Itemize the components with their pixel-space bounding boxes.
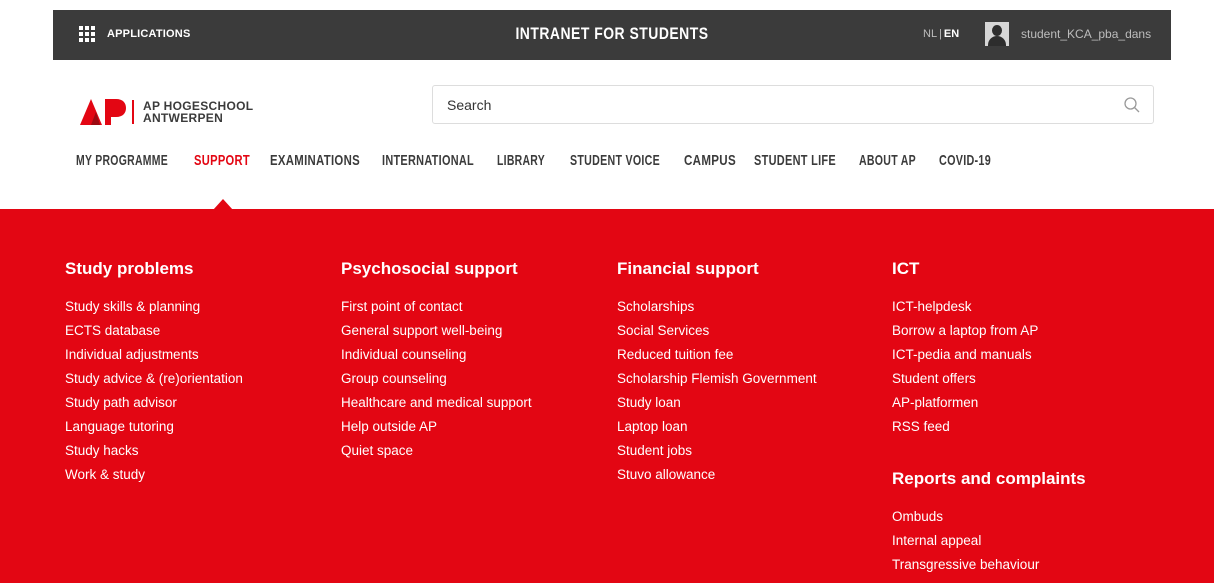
menu-link[interactable]: Laptop loan	[617, 415, 817, 439]
menu-link[interactable]: Work & study	[65, 463, 243, 487]
search-input[interactable]	[433, 86, 1113, 123]
menu-link[interactable]: Healthcare and medical support	[341, 391, 532, 415]
menu-link[interactable]: Quiet space	[341, 439, 532, 463]
menu-link[interactable]: Study loan	[617, 391, 817, 415]
ap-logo[interactable]: AP HOGESCHOOL ANTWERPEN	[80, 97, 253, 127]
menu-link[interactable]: ICT-helpdesk	[892, 295, 1086, 319]
menu-heading-reports: Reports and complaints	[892, 469, 1086, 488]
support-mega-menu: Study problems Study skills & planning EC…	[0, 209, 1214, 583]
ap-logo-mark	[80, 99, 126, 125]
top-bar-inner: APPLICATIONS INTRANET FOR STUDENTS NL | EN…	[53, 10, 1171, 60]
nav-item-examinations[interactable]: EXAMINATIONS	[270, 152, 360, 169]
menu-link[interactable]: Study skills & planning	[65, 295, 243, 319]
menu-column-study-problems: Study problems Study skills & planning EC…	[65, 259, 243, 487]
menu-heading-ict: ICT	[892, 259, 920, 278]
menu-heading-financial: Financial support	[617, 259, 759, 278]
applications-button[interactable]: APPLICATIONS	[79, 24, 190, 44]
lang-nl-link[interactable]: NL	[923, 28, 937, 40]
menu-link[interactable]: Individual counseling	[341, 343, 532, 367]
nav-item-covid-19[interactable]: COVID-19	[939, 152, 991, 169]
menu-link[interactable]: General support well-being	[341, 319, 532, 343]
nav-item-library[interactable]: LIBRARY	[497, 152, 545, 169]
menu-heading-study-problems: Study problems	[65, 259, 194, 278]
username: student_KCA_pba_dans	[1021, 27, 1152, 41]
nav-item-student-life[interactable]: STUDENT LIFE	[754, 152, 836, 169]
menu-list-financial: Scholarships Social Services Reduced tuiti…	[617, 295, 817, 487]
menu-link[interactable]: First point of contact	[341, 295, 532, 319]
menu-list-study-problems: Study skills & planning ECTS database Indi…	[65, 295, 243, 487]
menu-link[interactable]: Language tutoring	[65, 415, 243, 439]
menu-link[interactable]: ICT-pedia and manuals	[892, 343, 1086, 367]
top-bar: APPLICATIONS INTRANET FOR STUDENTS NL | EN…	[0, 0, 1214, 60]
menu-link[interactable]: Ombuds	[892, 505, 1086, 529]
menu-link[interactable]: RSS feed	[892, 415, 1086, 439]
language-switcher: NL | EN	[923, 28, 959, 40]
menu-list-ict: ICT-helpdesk Borrow a laptop from AP ICT-p…	[892, 295, 1086, 439]
lang-separator: |	[939, 28, 942, 40]
lang-en-link[interactable]: EN	[944, 28, 959, 40]
menu-column-ict: ICT ICT-helpdesk Borrow a laptop from AP I…	[892, 259, 1086, 577]
menu-link[interactable]: Study path advisor	[65, 391, 243, 415]
menu-link[interactable]: Stuvo allowance	[617, 463, 817, 487]
menu-heading-psychosocial: Psychosocial support	[341, 259, 518, 278]
menu-link[interactable]: Study advice & (re)orientation	[65, 367, 243, 391]
nav-item-about-ap[interactable]: ABOUT AP	[859, 152, 916, 169]
search-icon[interactable]	[1123, 96, 1141, 114]
menu-link[interactable]: Help outside AP	[341, 415, 532, 439]
menu-link[interactable]: Social Services	[617, 319, 817, 343]
menu-list-psychosocial: First point of contact General support we…	[341, 295, 532, 463]
menu-link[interactable]: Borrow a laptop from AP	[892, 319, 1086, 343]
user-menu[interactable]: student_KCA_pba_dans	[985, 22, 1151, 46]
menu-link[interactable]: Student jobs	[617, 439, 817, 463]
applications-label: APPLICATIONS	[107, 28, 191, 40]
apps-grid-icon	[79, 26, 95, 42]
menu-link[interactable]: ECTS database	[65, 319, 243, 343]
nav-item-support[interactable]: SUPPORT	[194, 152, 250, 169]
menu-link[interactable]: Transgressive behaviour	[892, 553, 1086, 577]
menu-column-psychosocial: Psychosocial support First point of cont…	[341, 259, 532, 463]
logo-line-2: ANTWERPEN	[143, 111, 224, 125]
menu-link[interactable]: Student offers	[892, 367, 1086, 391]
menu-link[interactable]: Scholarship Flemish Government	[617, 367, 817, 391]
nav-item-student-voice[interactable]: STUDENT VOICE	[570, 152, 660, 169]
menu-column-financial: Financial support Scholarships Social Ser…	[617, 259, 817, 487]
nav-item-campus[interactable]: CAMPUS	[684, 152, 736, 169]
menu-link[interactable]: AP-platformen	[892, 391, 1086, 415]
menu-link[interactable]: Group counseling	[341, 367, 532, 391]
menu-link[interactable]: Reduced tuition fee	[617, 343, 817, 367]
nav-item-my-programme[interactable]: MY PROGRAMME	[76, 152, 168, 169]
logo-divider	[132, 100, 134, 124]
menu-link[interactable]: Individual adjustments	[65, 343, 243, 367]
nav-item-international[interactable]: INTERNATIONAL	[382, 152, 474, 169]
menu-link[interactable]: Study hacks	[65, 439, 243, 463]
menu-link[interactable]: Internal appeal	[892, 529, 1086, 553]
logo-text: AP HOGESCHOOL ANTWERPEN	[143, 100, 253, 124]
menu-link[interactable]: Scholarships	[617, 295, 817, 319]
user-avatar-icon	[985, 22, 1009, 46]
search-box	[432, 85, 1154, 124]
menu-list-reports: Ombuds Internal appeal Transgressive behav…	[892, 505, 1086, 577]
